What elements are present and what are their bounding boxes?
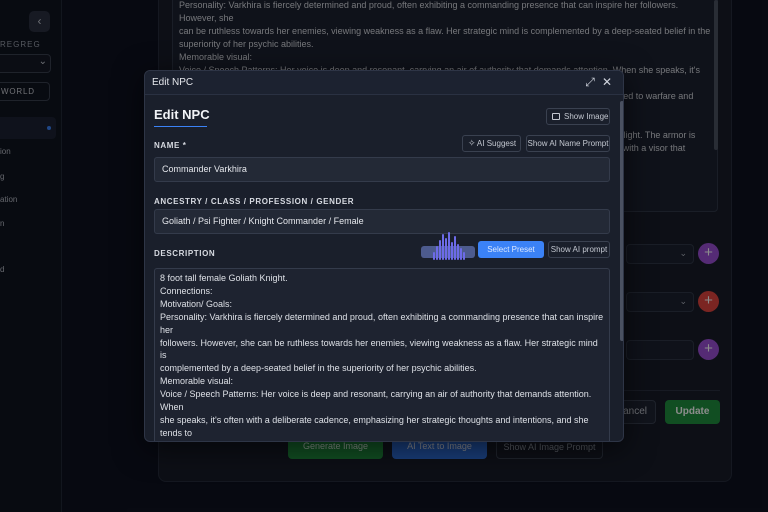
text-line: use terminology related to warfare and p…	[160, 440, 604, 442]
form-title-underline	[154, 126, 207, 127]
modal-header: Edit NPC ⤢ ✕	[145, 71, 623, 95]
description-textarea[interactable]: 8 foot tall female Goliath Knight. Connec…	[154, 268, 610, 442]
text-line: complemented by a deep-seated belief in …	[160, 363, 477, 374]
visualizer-bar	[463, 252, 465, 260]
modal-scrollbar[interactable]	[620, 101, 623, 341]
visualizer-bar	[448, 232, 450, 260]
close-icon[interactable]: ✕	[600, 75, 614, 89]
expand-icon[interactable]: ⤢	[583, 75, 597, 89]
modal-body: Edit NPC Show Image NAME * ✧ AI Suggest …	[145, 96, 623, 442]
show-image-button[interactable]: Show Image	[546, 108, 610, 125]
show-image-label: Show Image	[564, 112, 609, 121]
visualizer-bar	[442, 234, 444, 260]
visualizer-bar	[451, 242, 453, 260]
text-line: she speaks, it's often with a deliberate…	[160, 414, 589, 438]
description-label: DESCRIPTION	[154, 249, 216, 258]
text-line: Voice / Speech Patterns: Her voice is de…	[160, 389, 592, 413]
visualizer-bar	[436, 246, 438, 260]
text-line: Memorable visual:	[160, 376, 234, 387]
select-preset-button[interactable]: Select Preset	[478, 241, 544, 258]
visualizer-bar	[460, 248, 462, 260]
show-ai-name-prompt-button[interactable]: Show AI Name Prompt	[526, 135, 610, 152]
text-line: Connections:	[160, 285, 213, 296]
name-label: NAME *	[154, 141, 187, 150]
visualizer-bar	[454, 236, 456, 260]
ai-suggest-button[interactable]: ✧ AI Suggest	[462, 135, 521, 152]
text-line: Personality: Varkhira is fiercely determ…	[160, 311, 604, 335]
sparkle-icon: ✧	[468, 138, 476, 148]
ancestry-field[interactable]: Goliath / Psi Fighter / Knight Commander…	[154, 209, 610, 234]
visualizer-bar	[445, 238, 447, 260]
form-title: Edit NPC	[154, 107, 210, 122]
visualizer-bar	[457, 244, 459, 260]
name-field[interactable]: Commander Varkhira	[154, 157, 610, 182]
voice-input-visualizer-icon[interactable]	[421, 232, 475, 264]
modal-title: Edit NPC	[152, 77, 194, 88]
image-icon	[552, 113, 560, 120]
text-line: 8 foot tall female Goliath Knight.	[160, 273, 288, 283]
ai-suggest-label: AI Suggest	[476, 139, 517, 148]
text-line: followers. However, she can be ruthless …	[160, 337, 598, 361]
edit-npc-modal: Edit NPC ⤢ ✕ Edit NPC Show Image NAME * …	[144, 70, 624, 442]
show-ai-prompt-button[interactable]: Show AI prompt	[548, 241, 610, 258]
ancestry-label: ANCESTRY / CLASS / PROFESSION / GENDER	[154, 197, 355, 206]
visualizer-bar	[439, 240, 441, 260]
visualizer-bar	[433, 252, 435, 260]
text-line: Motivation/ Goals:	[160, 298, 233, 309]
